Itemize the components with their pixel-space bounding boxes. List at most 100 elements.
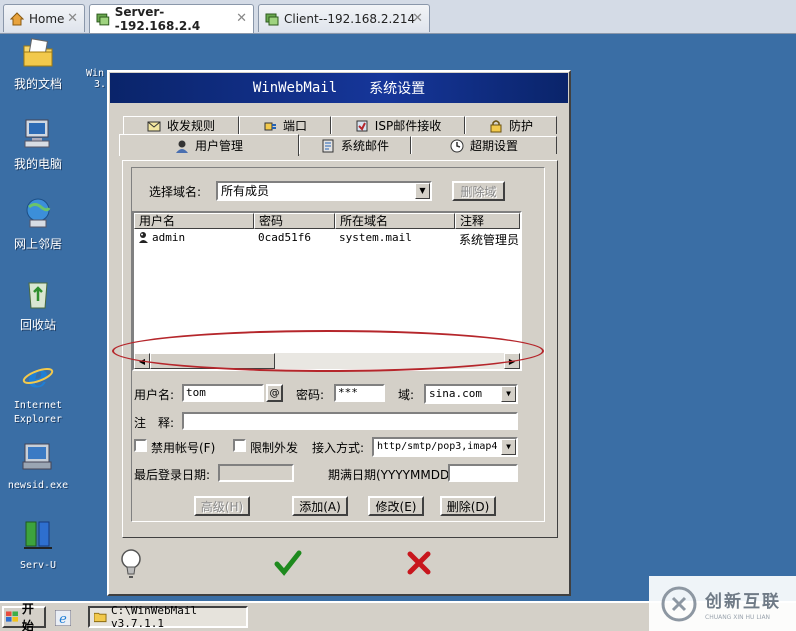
delete-button[interactable]: 删除(D)	[440, 496, 496, 516]
last-login-input[interactable]	[218, 464, 294, 482]
recycle-bin-icon	[28, 282, 48, 309]
restrict-send-checkbox[interactable]	[233, 439, 246, 452]
cell-password: 0cad51f6	[258, 231, 311, 244]
tab-ports[interactable]: 端口	[239, 116, 331, 134]
desktop-icon-my-computer[interactable]: 我的电脑	[3, 116, 73, 171]
close-icon[interactable]: ✕	[67, 11, 78, 26]
folder-icon	[94, 612, 107, 623]
tab-protection-label: 防护	[508, 119, 533, 133]
disable-account-checkbox[interactable]	[134, 439, 147, 452]
expire-date-input[interactable]	[448, 464, 518, 482]
tab-system-mail[interactable]: 系统邮件	[299, 136, 411, 154]
desktop-icon-label: 我的文档	[13, 77, 62, 91]
tab-home[interactable]: Home ✕	[3, 4, 85, 32]
watermark-logo: 创新互联 CHUANG XIN HU LIAN	[649, 576, 796, 631]
expire-date-label: 期满日期(YYYYMMDD):	[328, 468, 458, 482]
watermark-subtext: CHUANG XIN HU LIAN	[705, 613, 771, 621]
isp-receive-icon	[356, 120, 368, 131]
close-icon[interactable]: ✕	[236, 11, 247, 26]
password-label: 密码:	[296, 388, 325, 402]
desktop-icon-partial-line2: 3.	[94, 79, 107, 90]
desktop-icon-network[interactable]: 网上邻居	[3, 196, 73, 251]
port-plug-icon	[264, 122, 276, 130]
desktop-icon-partial: Win 3.	[86, 68, 106, 90]
add-button[interactable]: 添加(A)	[292, 496, 348, 516]
clock-icon	[450, 139, 464, 152]
computer-icon	[24, 119, 50, 148]
desktop-icon-servu[interactable]: Serv-U	[3, 518, 73, 573]
desktop-icon-label: Internet Explorer	[13, 400, 63, 425]
domain-select-value: 所有成员	[221, 184, 270, 198]
chevron-down-icon[interactable]: ▼	[415, 183, 430, 199]
start-label: 开始	[21, 602, 34, 631]
tab-server-label: Server--192.168.2.4	[114, 5, 201, 33]
tab-mail-rules-label: 收发规则	[166, 119, 215, 133]
dialog-title-bar[interactable]: WinWebMail 系统设置	[110, 73, 568, 103]
user-icon	[139, 232, 148, 243]
close-icon[interactable]: ✕	[412, 11, 423, 26]
cancel-x-icon[interactable]	[406, 550, 432, 576]
browser-tab-strip: Home ✕ Server--192.168.2.4 ✕ Client--192…	[0, 0, 796, 34]
tab-client-label: Client--192.168.2.214	[284, 11, 416, 26]
modify-button[interactable]: 修改(E)	[368, 496, 424, 516]
taskbar-task-winwebmail[interactable]: C:\WinWebMail v3.7.1.1	[88, 604, 248, 630]
domain-field-select[interactable]: sina.com ▼	[424, 384, 518, 404]
lightbulb-icon[interactable]	[120, 548, 142, 580]
scroll-thumb[interactable]	[150, 353, 275, 369]
chevron-down-icon[interactable]: ▼	[501, 439, 516, 455]
start-button[interactable]: 开始	[2, 602, 46, 631]
desktop-icon-partial-line1: Win	[86, 68, 105, 79]
horizontal-scrollbar[interactable]: ◀ ▶	[134, 353, 520, 369]
svg-text:e: e	[59, 612, 67, 626]
tab-server[interactable]: Server--192.168.2.4 ✕	[89, 4, 254, 33]
system-settings-dialog: WinWebMail 系统设置 收发规则 端口 ISP邮件接收 防护 用户管理 …	[107, 70, 571, 596]
column-header-username[interactable]: 用户名	[134, 213, 254, 229]
dialog-title: 系统设置	[369, 81, 426, 97]
note-label: 注 释:	[134, 416, 175, 430]
scroll-right-icon[interactable]: ▶	[504, 353, 520, 369]
tab-protection[interactable]: 防护	[465, 116, 557, 134]
tab-isp-receive[interactable]: ISP邮件接收	[331, 116, 465, 134]
note-input[interactable]	[182, 412, 518, 430]
column-header-note[interactable]: 注释	[455, 213, 520, 229]
chevron-down-icon[interactable]: ▼	[501, 386, 516, 402]
column-header-password[interactable]: 密码	[254, 213, 335, 229]
home-icon	[10, 11, 24, 25]
column-header-domain[interactable]: 所在域名	[335, 213, 455, 229]
ok-checkmark-icon[interactable]	[274, 549, 302, 577]
quick-launch-ie-icon[interactable]: e	[55, 610, 71, 626]
desktop: 我的文档 我的电脑 网上邻居 回收站 e Internet Explorer n…	[0, 34, 796, 601]
tab-mail-rules[interactable]: 收发规则	[123, 116, 239, 134]
system-mail-icon	[322, 139, 334, 152]
user-row-icon	[138, 231, 149, 246]
advanced-button[interactable]: 高级(H)	[194, 496, 250, 516]
vm-icon	[96, 13, 110, 26]
scroll-left-icon[interactable]: ◀	[134, 353, 150, 369]
network-icon	[26, 198, 51, 228]
desktop-icon-my-documents[interactable]: 我的文档	[3, 36, 73, 91]
at-button[interactable]: @	[266, 384, 283, 402]
tab-home-label: Home	[29, 11, 65, 26]
internet-explorer-icon: e	[22, 357, 54, 395]
tab-user-management[interactable]: 用户管理	[119, 134, 299, 156]
username-input[interactable]: tom	[182, 384, 264, 402]
tab-client[interactable]: Client--192.168.2.214 ✕	[258, 4, 430, 32]
restrict-send-label: 限制外发	[250, 441, 299, 455]
desktop-icon-label: Serv-U	[19, 560, 57, 571]
disable-account-label: 禁用帐号(F)	[151, 441, 216, 455]
cell-note: 系统管理员	[459, 233, 520, 247]
password-input[interactable]: ***	[334, 384, 385, 402]
desktop-icon-newsid[interactable]: newsid.exe	[3, 438, 73, 493]
tab-expiry-settings[interactable]: 超期设置	[411, 136, 557, 154]
access-method-select[interactable]: http/smtp/pop3,imap4 ▼	[372, 437, 518, 457]
domain-select[interactable]: 所有成员 ▼	[216, 181, 432, 201]
user-list[interactable]: 用户名 密码 所在域名 注释 admin 0cad51f6 system.mai…	[132, 211, 522, 371]
desktop-icon-recycle-bin[interactable]: 回收站	[3, 277, 73, 332]
delete-domain-button[interactable]: 删除域	[452, 181, 505, 201]
desktop-icon-internet-explorer[interactable]: e Internet Explorer	[3, 357, 73, 427]
user-management-icon	[175, 140, 188, 153]
cell-domain: system.mail	[339, 231, 412, 244]
domain-field-value: sina.com	[429, 387, 482, 400]
tab-isp-receive-label: ISP邮件接收	[374, 119, 442, 133]
cell-username: admin	[152, 231, 186, 244]
